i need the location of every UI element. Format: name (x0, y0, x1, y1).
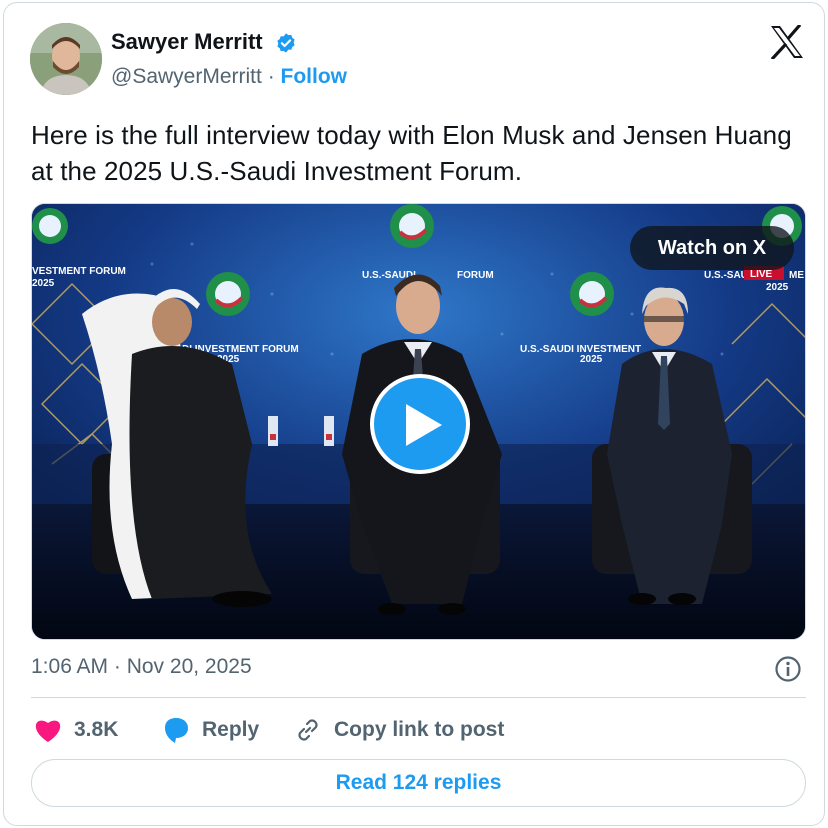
reply-bubble-icon (165, 718, 188, 743)
footer-divider (31, 697, 806, 698)
heart-icon (35, 720, 61, 742)
sign-top-center-suffix: FORUM (457, 270, 494, 281)
author-name[interactable]: Sawyer Merritt (111, 29, 263, 55)
like-count: 3.8K (74, 718, 119, 741)
sign-right-corner: U.S.-SAU (704, 270, 748, 281)
sign-center-right-year: 2025 (580, 354, 603, 365)
like-button[interactable]: 3.8K (34, 713, 118, 747)
watch-on-x-button[interactable]: Watch on X (630, 226, 794, 270)
author-handle[interactable]: @SawyerMerritt (111, 65, 262, 88)
play-button[interactable] (370, 374, 470, 474)
info-icon[interactable] (774, 655, 802, 683)
copy-link-label: Copy link to post (334, 718, 505, 741)
reply-label: Reply (202, 718, 260, 741)
reply-button[interactable]: Reply (162, 713, 259, 747)
video-player[interactable]: VESTMENT FORUM 2025 DI INVESTMENT FORUM … (31, 203, 806, 640)
tweet-timestamp[interactable]: 1:06 AM · Nov 20, 2025 (31, 655, 252, 679)
sign-right-corner-suffix: ME (789, 270, 804, 281)
verified-badge-icon (277, 33, 295, 53)
tweet-text: Here is the full interview today with El… (31, 120, 792, 186)
author-handle-row: @SawyerMerritt · Follow (111, 65, 347, 89)
follow-link[interactable]: Follow (281, 65, 348, 88)
tweet-embed-card: Sawyer Merritt @SawyerMerritt · Follow H… (3, 2, 825, 826)
sign-left-year: 2025 (32, 278, 55, 289)
handle-separator: · (267, 65, 275, 88)
copy-link-button[interactable]: Copy link to post (294, 713, 504, 747)
live-badge: LIVE (750, 269, 773, 280)
sign-left: VESTMENT FORUM (32, 266, 126, 277)
link-icon (298, 719, 318, 741)
x-logo-icon[interactable] (769, 25, 805, 59)
play-icon (406, 404, 442, 446)
author-avatar[interactable] (30, 23, 102, 95)
read-replies-button[interactable]: Read 124 replies (31, 759, 806, 807)
sign-right-year: 2025 (766, 282, 789, 293)
